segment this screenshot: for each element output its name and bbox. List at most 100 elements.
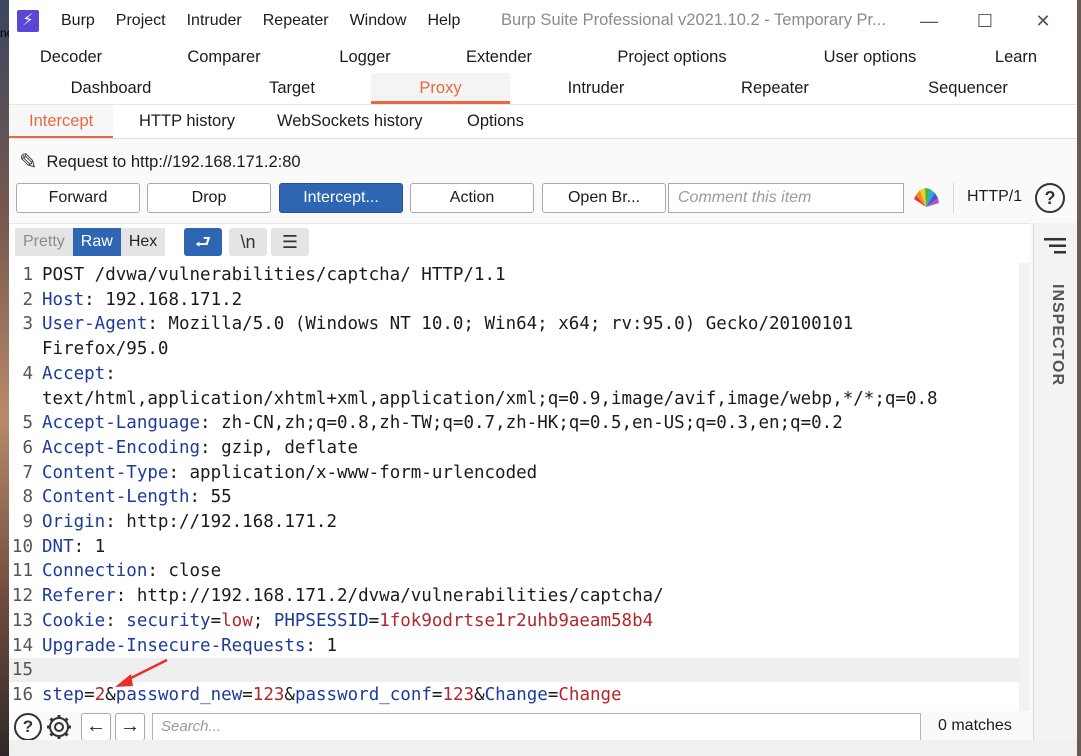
line-text[interactable]: Upgrade-Insecure-Requests: 1: [42, 634, 337, 658]
line-text[interactable]: Accept-Encoding: gzip, deflate: [42, 436, 358, 460]
token-name: User-Agent: [42, 314, 148, 335]
comment-field[interactable]: Comment this item: [668, 183, 904, 213]
line-text[interactable]: DNT: 1: [42, 535, 105, 559]
request-line[interactable]: 2 Host: 192.168.171.2: [9, 288, 1019, 312]
request-line[interactable]: 10 DNT: 1: [9, 535, 1019, 559]
token-text: : zh-CN,zh;q=0.8,zh-TW;q=0.7,zh-HK;q=0.5…: [200, 413, 843, 434]
token-value: 1fok9odrtse1r2uhb9aeam58b4: [379, 610, 654, 631]
line-text[interactable]: Content-Type: application/x-www-form-url…: [42, 461, 537, 485]
inspector-sidebar[interactable]: INSPECTOR: [1033, 223, 1077, 741]
line-text[interactable]: Referer: http://192.168.171.2/dvwa/vulne…: [42, 584, 664, 608]
search-next-button[interactable]: →: [115, 713, 145, 741]
search-help-icon[interactable]: ?: [14, 713, 42, 741]
tab-intruder[interactable]: Intruder: [547, 73, 645, 104]
token-text: Firefox/95.0: [42, 339, 169, 360]
token-text: &: [284, 684, 295, 705]
menu-intruder[interactable]: Intruder: [187, 12, 242, 30]
line-text[interactable]: Accept:: [42, 362, 116, 386]
tab-extender[interactable]: Extender: [449, 42, 549, 73]
line-number: 7: [22, 462, 33, 483]
show-newlines-icon[interactable]: \n: [229, 228, 267, 256]
tab-learn[interactable]: Learn: [983, 42, 1049, 73]
subtab-intercept[interactable]: Intercept: [9, 105, 114, 139]
menu-burp[interactable]: Burp: [61, 12, 95, 30]
lightning-icon[interactable]: ⚡: [17, 10, 39, 32]
tab-target[interactable]: Target: [247, 73, 337, 104]
close-button[interactable]: ✕: [1030, 8, 1056, 34]
tab-repeater[interactable]: Repeater: [721, 73, 829, 104]
action-button[interactable]: Action: [410, 183, 534, 213]
tab-proxy[interactable]: Proxy: [371, 73, 510, 104]
request-line[interactable]: 8 Content-Length: 55: [9, 485, 1019, 509]
token-text: : 1: [305, 635, 338, 656]
request-line[interactable]: 6 Accept-Encoding: gzip, deflate: [9, 436, 1019, 460]
line-text[interactable]: User-Agent: Mozilla/5.0 (Windows NT 10.0…: [42, 312, 853, 336]
intercept-toggle-button[interactable]: Intercept...: [279, 183, 403, 213]
line-text[interactable]: Cookie: security=low; PHPSESSID=1fok9odr…: [42, 609, 653, 633]
drop-button[interactable]: Drop: [147, 183, 271, 213]
inspector-menu-icon[interactable]: [1044, 237, 1066, 255]
tab-comparer[interactable]: Comparer: [169, 42, 279, 73]
tool-tabs-row1: Decoder Comparer Logger Extender Project…: [9, 42, 1077, 73]
subtab-websockets-history[interactable]: WebSockets history: [277, 105, 423, 139]
token-value: 2: [94, 684, 106, 705]
token-text: : 55: [189, 487, 232, 508]
tab-user-options[interactable]: User options: [805, 42, 935, 73]
tab-sequencer[interactable]: Sequencer: [913, 73, 1023, 104]
request-line[interactable]: 9 Origin: http://192.168.171.2: [9, 510, 1019, 534]
subtab-options[interactable]: Options: [467, 105, 524, 139]
line-text[interactable]: POST /dvwa/vulnerabilities/captcha/ HTTP…: [42, 263, 506, 287]
status-strip: [9, 740, 1077, 756]
menu-project[interactable]: Project: [116, 12, 166, 30]
line-text[interactable]: Accept-Language: zh-CN,zh;q=0.8,zh-TW;q=…: [42, 411, 843, 435]
line-text[interactable]: Firefox/95.0: [42, 337, 168, 361]
request-body[interactable]: 1 POST /dvwa/vulnerabilities/captcha/ HTT…: [9, 263, 1019, 712]
request-line[interactable]: 12 Referer: http://192.168.171.2/dvwa/vul…: [9, 584, 1019, 608]
request-line[interactable]: 5 Accept-Language: zh-CN,zh;q=0.8,zh-TW;q…: [9, 411, 1019, 435]
window-title: Burp Suite Professional v2021.10.2 - Tem…: [501, 11, 886, 29]
wrap-lines-icon[interactable]: ⮐: [184, 228, 222, 256]
line-text[interactable]: Content-Length: 55: [42, 485, 232, 509]
menu-help[interactable]: Help: [427, 12, 460, 30]
view-raw[interactable]: Raw: [72, 228, 121, 256]
vertical-scrollbar[interactable]: [1019, 263, 1030, 712]
menu-window[interactable]: Window: [350, 12, 407, 30]
forward-button[interactable]: Forward: [16, 183, 140, 213]
request-line[interactable]: 13 Cookie: security=low; PHPSESSID=1fok9o…: [9, 609, 1019, 633]
token-text: =: [210, 610, 222, 631]
tab-dashboard[interactable]: Dashboard: [55, 73, 167, 104]
help-icon[interactable]: ?: [1035, 183, 1065, 213]
menu-repeater[interactable]: Repeater: [263, 12, 329, 30]
request-line[interactable]: 7 Content-Type: application/x-www-form-ur…: [9, 461, 1019, 485]
request-line[interactable]: 1 POST /dvwa/vulnerabilities/captcha/ HTT…: [9, 263, 1019, 287]
http-version[interactable]: HTTP/1: [967, 188, 1022, 206]
tab-logger[interactable]: Logger: [319, 42, 411, 73]
minimize-button[interactable]: —: [916, 8, 942, 34]
maximize-button[interactable]: ☐: [972, 8, 998, 34]
highlight-color-icon[interactable]: [912, 185, 940, 211]
token-text: :: [105, 363, 116, 384]
tab-decoder[interactable]: Decoder: [21, 42, 121, 73]
line-number: 12: [11, 586, 33, 607]
editor-menu-icon[interactable]: ☰: [271, 228, 309, 256]
request-line[interactable]: Firefox/95.0: [9, 337, 1019, 361]
gear-icon[interactable]: [45, 713, 73, 741]
line-text[interactable]: Origin: http://192.168.171.2: [42, 510, 337, 534]
search-input[interactable]: Search...: [152, 713, 921, 741]
view-pretty[interactable]: Pretty: [15, 228, 73, 256]
open-browser-button[interactable]: Open Br...: [542, 183, 666, 213]
line-text[interactable]: Connection: close: [42, 559, 221, 583]
view-hex[interactable]: Hex: [120, 228, 166, 256]
line-text[interactable]: Host: 192.168.171.2: [42, 288, 242, 312]
token-name: PHPSESSID: [273, 610, 369, 631]
request-line[interactable]: text/html,application/xhtml+xml,applicat…: [9, 387, 1019, 411]
search-previous-button[interactable]: ←: [81, 713, 111, 741]
inspector-label[interactable]: INSPECTOR: [1038, 284, 1074, 394]
request-line[interactable]: 3 User-Agent: Mozilla/5.0 (Windows NT 10.…: [9, 312, 1019, 336]
pencil-icon[interactable]: ✎: [19, 149, 37, 175]
line-text[interactable]: text/html,application/xhtml+xml,applicat…: [42, 387, 938, 411]
tab-project-options[interactable]: Project options: [597, 42, 747, 73]
subtab-http-history[interactable]: HTTP history: [139, 105, 235, 139]
request-line[interactable]: 11 Connection: close: [9, 559, 1019, 583]
request-line[interactable]: 4 Accept:: [9, 362, 1019, 386]
